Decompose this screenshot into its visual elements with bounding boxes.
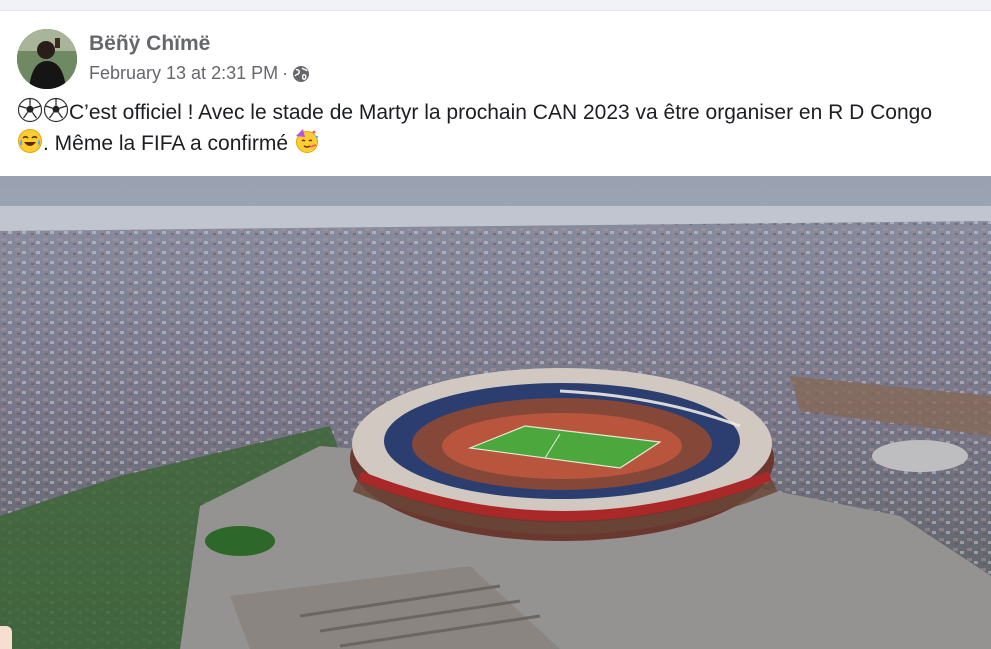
post-photo[interactable] xyxy=(0,176,991,649)
post-text-part2: . Même la FIFA a confirmé xyxy=(43,132,289,155)
post-author-name[interactable]: Bëñÿ Chïmë xyxy=(89,32,210,56)
post-meta: February 13 at 2:31 PM · xyxy=(89,63,310,84)
avatar-image xyxy=(17,29,77,89)
globe-icon[interactable] xyxy=(292,65,310,83)
overlay-chip xyxy=(0,626,12,649)
post-timestamp[interactable]: February 13 at 2:31 PM xyxy=(89,63,278,84)
partying-face-icon xyxy=(294,128,320,154)
soccer-ball-icon xyxy=(17,97,43,123)
soccer-ball-icon xyxy=(43,97,69,123)
avatar[interactable] xyxy=(17,29,77,89)
meta-separator: · xyxy=(282,63,289,83)
post-text: C’est officiel ! Avec le stade de Martyr… xyxy=(17,97,987,159)
feed-post: Bëñÿ Chïmë February 13 at 2:31 PM · C’es… xyxy=(0,10,991,649)
post-text-part1: C’est officiel ! Avec le stade de Martyr… xyxy=(69,101,932,124)
tears-of-joy-icon xyxy=(17,128,43,154)
post-header: Bëñÿ Chïmë February 13 at 2:31 PM · xyxy=(17,29,977,93)
